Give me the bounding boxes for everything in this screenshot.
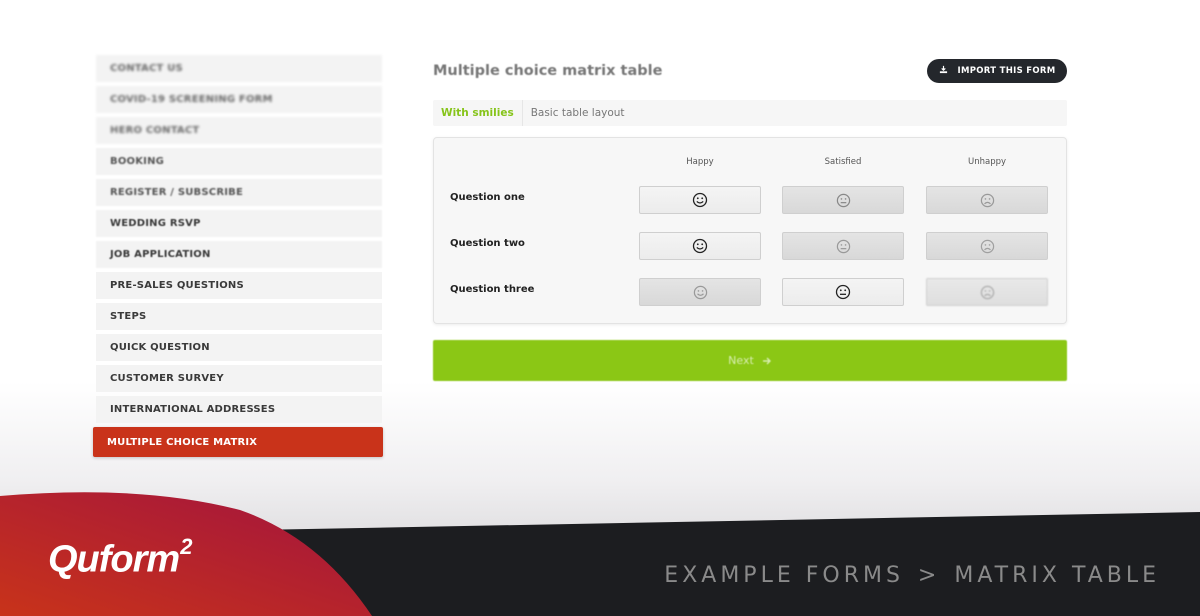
main-panel: Multiple choice matrix table IMPORT THIS… — [433, 55, 1067, 381]
sidebar-item-contact-us[interactable]: CONTACT US — [96, 55, 382, 82]
arrow-right-icon — [762, 357, 771, 364]
sidebar-item-job-application[interactable]: JOB APPLICATION — [96, 241, 382, 268]
sidebar-item-multiple-choice-matrix[interactable]: MULTIPLE CHOICE MATRIX — [93, 427, 383, 457]
row-label-question-one: Question one — [450, 192, 525, 203]
sidebar-item-customer-survey[interactable]: CUSTOMER SURVEY — [96, 365, 382, 392]
tab-basic-table-layout[interactable]: Basic table layout — [523, 100, 633, 126]
breadcrumb-example-forms[interactable]: EXAMPLE FORMS — [664, 563, 904, 588]
tab-with-smilies[interactable]: With smilies — [433, 100, 523, 126]
column-header-unhappy: Unhappy — [967, 157, 1007, 167]
matrix-option-q3-satisfied[interactable] — [782, 278, 904, 306]
matrix-option-q1-unhappy[interactable] — [926, 186, 1048, 214]
breadcrumb-matrix-table: MATRIX TABLE — [954, 563, 1160, 588]
neutral-face-icon — [835, 284, 851, 300]
import-form-button[interactable]: IMPORT THIS FORM — [927, 59, 1067, 83]
sidebar-item-hero-contact[interactable]: HERO CONTACT — [96, 117, 382, 144]
breadcrumb-separator-chevron-icon: > — [917, 563, 941, 588]
next-button-label: Next — [728, 354, 754, 367]
brand-name: Quform — [48, 538, 180, 581]
matrix-option-q2-satisfied[interactable] — [782, 232, 904, 260]
frown-icon — [980, 239, 994, 253]
import-icon — [939, 65, 948, 77]
sidebar-item-booking[interactable]: BOOKING — [96, 148, 382, 175]
matrix-option-q3-happy[interactable] — [639, 278, 761, 306]
matrix-option-q2-happy[interactable] — [639, 232, 761, 260]
matrix-option-q3-unhappy[interactable] — [926, 278, 1048, 306]
sidebar: CONTACT US COVID-19 SCREENING FORM HERO … — [93, 55, 383, 461]
matrix-option-q2-unhappy[interactable] — [926, 232, 1048, 260]
brand-superscript: 2 — [180, 534, 192, 559]
matrix-option-q1-satisfied[interactable] — [782, 186, 904, 214]
title-row: Multiple choice matrix table IMPORT THIS… — [433, 55, 1067, 87]
page-title: Multiple choice matrix table — [433, 63, 663, 79]
sidebar-item-international-addresses[interactable]: INTERNATIONAL ADDRESSES — [96, 396, 382, 423]
row-label-question-two: Question two — [450, 238, 525, 249]
column-header-happy: Happy — [686, 157, 714, 167]
next-button[interactable]: Next — [433, 340, 1067, 381]
column-header-satisfied: Satisfied — [824, 157, 862, 167]
sidebar-item-quick-question[interactable]: QUICK QUESTION — [96, 334, 382, 361]
quform-logo: Quform2 — [48, 534, 192, 582]
neutral-face-icon — [836, 239, 850, 253]
smile-icon — [692, 192, 708, 208]
sidebar-item-register-subscribe[interactable]: REGISTER / SUBSCRIBE — [96, 179, 382, 206]
tab-bar: With smilies Basic table layout — [433, 100, 1067, 126]
breadcrumb: EXAMPLE FORMS > MATRIX TABLE — [664, 563, 1160, 588]
sidebar-item-covid-screening[interactable]: COVID-19 SCREENING FORM — [96, 86, 382, 113]
import-form-label: IMPORT THIS FORM — [957, 66, 1056, 76]
sidebar-item-wedding-rsvp[interactable]: WEDDING RSVP — [96, 210, 382, 237]
sidebar-item-pre-sales-questions[interactable]: PRE-SALES QUESTIONS — [96, 272, 382, 299]
smile-icon — [692, 238, 708, 254]
row-label-question-three: Question three — [450, 284, 535, 295]
matrix-table: Happy Satisfied Unhappy Question one Que… — [433, 137, 1067, 324]
neutral-face-icon — [836, 193, 850, 207]
frown-icon — [980, 193, 994, 207]
frown-icon — [980, 285, 994, 299]
sidebar-item-steps[interactable]: STEPS — [96, 303, 382, 330]
smile-icon — [693, 285, 707, 299]
matrix-option-q1-happy[interactable] — [639, 186, 761, 214]
